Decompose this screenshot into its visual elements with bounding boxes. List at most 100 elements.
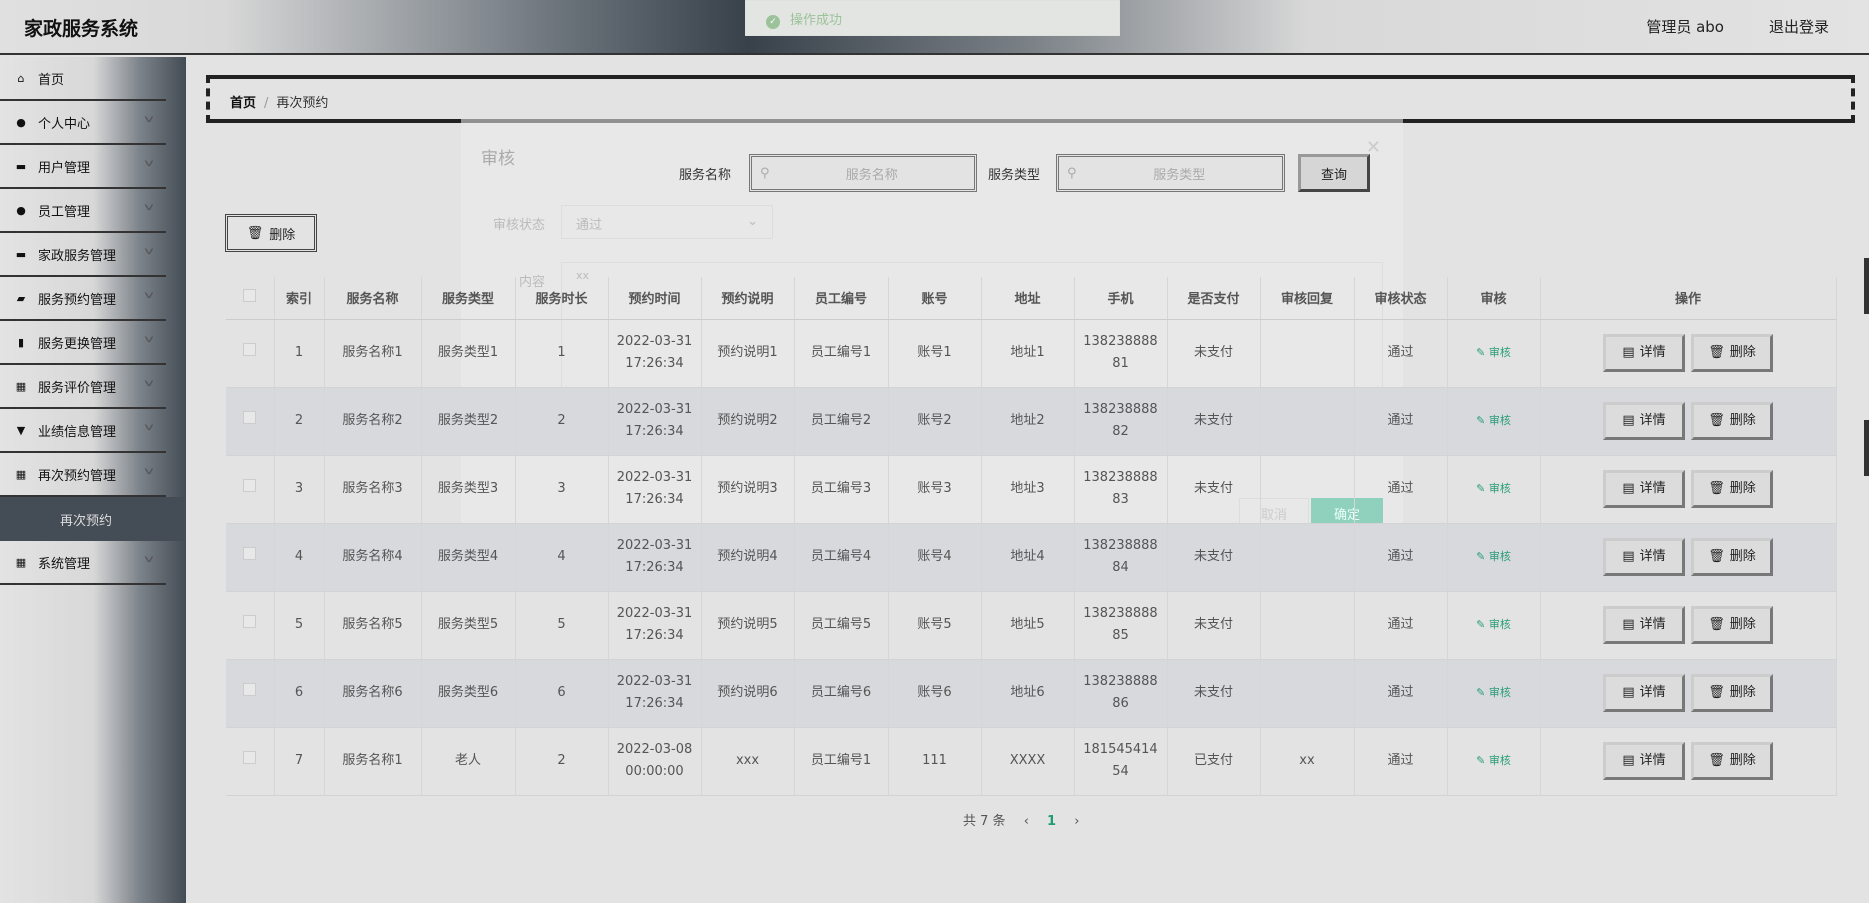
edit-icon: ✎ [1476, 550, 1489, 563]
table-cell: 13823888881 [1074, 319, 1168, 388]
sidebar-item[interactable]: ▦ 服务评价管理 v [0, 365, 166, 409]
document-icon: ▤ [1622, 753, 1635, 768]
audit-link[interactable]: ✎ 审核 [1476, 686, 1511, 699]
sidebar-item[interactable]: ● 个人中心 v [0, 101, 166, 145]
sidebar-item[interactable]: ● 员工管理 v [0, 189, 166, 233]
sidebar-item-label: 服务评价管理 [38, 380, 117, 396]
audit-cell: ✎ 审核 [1447, 319, 1541, 388]
table-cell: 13823888883 [1074, 455, 1168, 524]
page-1[interactable]: 1 [1047, 814, 1056, 829]
detail-button[interactable]: ▤ 详情 [1603, 402, 1685, 440]
edit-icon: ✎ [1476, 618, 1489, 631]
detail-button[interactable]: ▤ 详情 [1603, 538, 1685, 576]
sidebar-item[interactable]: ⌂ 首页 [0, 57, 166, 101]
detail-button[interactable]: ▤ 详情 [1603, 606, 1685, 644]
audit-label: 审核 [1488, 482, 1511, 495]
detail-button[interactable]: ▤ 详情 [1603, 334, 1685, 372]
column-header: 服务类型 [421, 277, 516, 320]
detail-label: 详情 [1639, 753, 1666, 768]
detail-label: 详情 [1639, 685, 1666, 700]
table-cell: 员工编号2 [794, 387, 889, 456]
trash-icon: 🗑 [1708, 481, 1725, 496]
table-row: 1 服务名称1 服务类型1 1 2022-03-31 17:26:34 预约说明1 员工编号… [226, 319, 1837, 388]
row-checkbox[interactable] [243, 751, 257, 764]
sidebar-item[interactable]: ▬ 用户管理 v [0, 145, 166, 189]
table-cell: 服务类型5 [421, 591, 516, 660]
prev-page[interactable]: ‹ [1024, 814, 1029, 829]
table-cell: 4 [515, 523, 609, 592]
audit-link[interactable]: ✎ 审核 [1476, 482, 1511, 495]
table-cell: 服务名称2 [324, 387, 422, 456]
audit-link[interactable]: ✎ 审核 [1476, 414, 1511, 427]
row-checkbox[interactable] [243, 479, 257, 492]
delete-button[interactable]: 🗑 删除 [1691, 538, 1773, 576]
chevron-down-icon: v [144, 158, 154, 169]
audit-cell: ✎ 审核 [1447, 455, 1541, 524]
table-cell: 预约说明6 [701, 659, 795, 728]
sidebar-item-system[interactable]: ▦ 系统管理 v [0, 541, 166, 585]
delete-button[interactable]: 🗑 删除 [1691, 334, 1773, 372]
select-all-checkbox[interactable] [243, 289, 257, 303]
table-cell: 通过 [1354, 727, 1448, 796]
audit-link[interactable]: ✎ 审核 [1476, 346, 1511, 359]
table-cell: 13823888885 [1074, 591, 1168, 660]
actions-cell: ▤ 详情 🗑 删除 [1540, 387, 1837, 456]
sidebar-subitem-rebook[interactable]: 再次预约 [0, 497, 186, 541]
audit-label: 审核 [1488, 414, 1511, 427]
detail-label: 详情 [1639, 617, 1666, 632]
logout-link[interactable]: 退出登录 [1769, 16, 1829, 37]
delete-button[interactable]: 🗑 删除 [1691, 674, 1773, 712]
table-cell: 地址4 [981, 523, 1075, 592]
table-cell: 111 [888, 727, 982, 796]
audit-link[interactable]: ✎ 审核 [1476, 618, 1511, 631]
audit-cell: ✎ 审核 [1447, 591, 1541, 660]
sidebar-item[interactable]: ▬ 家政服务管理 v [0, 233, 166, 277]
row-checkbox[interactable] [243, 343, 257, 356]
status-select[interactable]: 通过 ⌄ [561, 205, 773, 239]
table-cell: 地址6 [981, 659, 1075, 728]
delete-button[interactable]: 🗑 删除 [1691, 606, 1773, 644]
table-cell: 地址5 [981, 591, 1075, 660]
table-cell: 老人 [421, 727, 516, 796]
search-icon: ⚲ [760, 165, 770, 181]
sidebar-item[interactable]: ▼ 业绩信息管理 v [0, 409, 166, 453]
chevron-down-icon: v [144, 246, 154, 257]
next-page[interactable]: › [1074, 814, 1079, 829]
table-cell: 预约说明2 [701, 387, 795, 456]
sidebar-item[interactable]: ▦ 再次预约管理 v [0, 453, 166, 497]
row-checkbox[interactable] [243, 683, 257, 696]
scroll-indicator[interactable] [1864, 420, 1869, 476]
scroll-indicator[interactable] [1864, 258, 1869, 314]
sidebar-item[interactable]: ▰ 服务预约管理 v [0, 277, 166, 321]
breadcrumb-home[interactable]: 首页 [230, 96, 256, 111]
detail-label: 详情 [1639, 481, 1666, 496]
bulk-delete-button[interactable]: 🗑 删除 [225, 214, 317, 252]
row-checkbox[interactable] [243, 547, 257, 560]
document-icon: ▤ [1622, 345, 1635, 360]
row-checkbox[interactable] [243, 411, 257, 424]
sidebar-item-label: 业绩信息管理 [38, 424, 117, 440]
delete-label: 删除 [1729, 549, 1756, 564]
audit-cell: ✎ 审核 [1447, 659, 1541, 728]
query-button[interactable]: 查询 [1298, 154, 1370, 192]
sidebar-item[interactable]: ▮ 服务更换管理 v [0, 321, 166, 365]
table-cell: 已支付 [1167, 727, 1261, 796]
delete-button[interactable]: 🗑 删除 [1691, 470, 1773, 508]
table-cell: 预约说明3 [701, 455, 795, 524]
delete-button[interactable]: 🗑 删除 [1691, 742, 1773, 780]
detail-button[interactable]: ▤ 详情 [1603, 470, 1685, 508]
row-checkbox[interactable] [243, 615, 257, 628]
delete-label: 删除 [1729, 617, 1756, 632]
column-header: 预约说明 [701, 277, 795, 320]
detail-button[interactable]: ▤ 详情 [1603, 674, 1685, 712]
audit-link[interactable]: ✎ 审核 [1476, 754, 1511, 767]
audit-cell: ✎ 审核 [1447, 387, 1541, 456]
dialog-title: 审核 [481, 149, 515, 169]
audit-link[interactable]: ✎ 审核 [1476, 550, 1511, 563]
audit-cell: ✎ 审核 [1447, 727, 1541, 796]
name-search-input[interactable]: ⚲ 服务名称 [749, 154, 977, 192]
table-cell: 通过 [1354, 591, 1448, 660]
type-search-input[interactable]: ⚲ 服务类型 [1056, 154, 1285, 192]
detail-button[interactable]: ▤ 详情 [1603, 742, 1685, 780]
delete-button[interactable]: 🗑 删除 [1691, 402, 1773, 440]
